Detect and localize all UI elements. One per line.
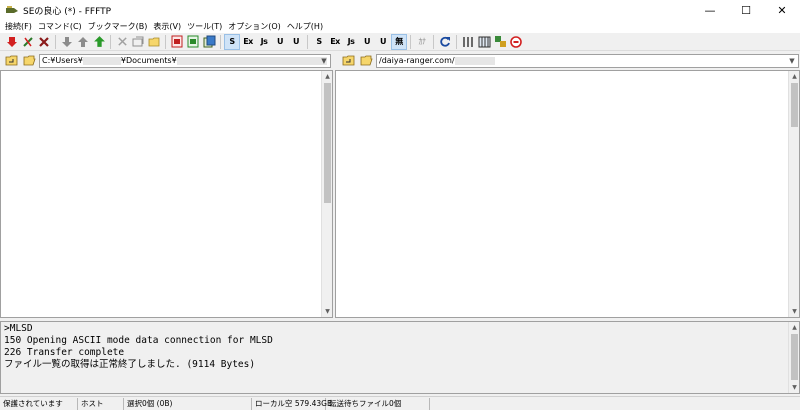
new-folder-icon[interactable] xyxy=(147,35,161,49)
menu-connect[interactable]: 接続(F) xyxy=(4,21,37,32)
scroll-up-icon[interactable]: ▲ xyxy=(322,71,333,82)
menu-help[interactable]: ヘルプ(H) xyxy=(286,21,328,32)
status-security: 保護されています xyxy=(0,397,78,410)
remote-mode-s[interactable]: S xyxy=(312,35,326,49)
abort-icon[interactable] xyxy=(509,35,523,49)
local-file-list[interactable]: ▲ ▼ xyxy=(0,70,333,318)
status-bar: 保護されています ホスト 選択0個 (0B) ローカル空 579.43GB 転送… xyxy=(0,396,800,410)
refresh-local-icon[interactable] xyxy=(170,35,184,49)
status-host: ホスト xyxy=(78,397,124,410)
menu-tools[interactable]: ツール(T) xyxy=(186,21,227,32)
local-path-text: C:¥Users¥ ¥Documents¥ xyxy=(40,56,327,65)
toolbar-separator xyxy=(165,34,166,49)
local-path-combo[interactable]: C:¥Users¥ ¥Documents¥ ▼ xyxy=(39,53,331,68)
remote-mode-none[interactable]: 無 xyxy=(391,33,407,50)
ffftp-app-icon xyxy=(6,6,18,13)
disconnect-icon[interactable] xyxy=(37,35,51,49)
list-view-icon[interactable] xyxy=(202,35,216,49)
log-line: >MLSD xyxy=(4,323,33,334)
window-title: SEの良心 (*) - FFFTP xyxy=(23,6,112,17)
menu-bar: 接続(F) コマンド(C) ブックマーク(B) 表示(V) ツール(T) オプシ… xyxy=(0,20,800,33)
toolbar-separator xyxy=(456,34,457,49)
log-lines: >MLSD 150 Opening ASCII mode data connec… xyxy=(4,323,273,371)
refresh-remote-icon[interactable] xyxy=(186,35,200,49)
scroll-up-icon[interactable]: ▲ xyxy=(789,71,800,82)
chevron-down-icon[interactable]: ▼ xyxy=(318,55,330,67)
status-local-free: ローカル空 579.43GB xyxy=(252,397,332,410)
status-selection: 選択0個 (0B) xyxy=(124,397,252,410)
close-button[interactable]: ✕ xyxy=(764,0,800,20)
quick-connect-icon[interactable] xyxy=(21,35,35,49)
delete-icon[interactable] xyxy=(115,35,129,49)
toolbar-separator xyxy=(433,34,434,49)
toolbar: S Ex Js U U S Ex Js U U 無 ｶﾅ xyxy=(0,33,800,51)
local-parent-folder-icon[interactable] xyxy=(4,54,18,67)
status-empty xyxy=(430,398,800,410)
local-scrollbar[interactable]: ▲ ▼ xyxy=(321,71,332,317)
remote-mode-js[interactable]: Js xyxy=(344,35,358,49)
details-icon[interactable] xyxy=(477,35,491,49)
local-path-prefix: C:¥Users¥ xyxy=(42,56,83,65)
connect-icon[interactable] xyxy=(5,35,19,49)
toolbar-separator xyxy=(307,34,308,49)
local-open-folder-icon[interactable] xyxy=(22,54,36,67)
log-line: 226 Transfer complete xyxy=(4,347,125,358)
log-pane[interactable]: >MLSD 150 Opening ASCII mode data connec… xyxy=(0,321,800,394)
remote-scrollbar[interactable]: ▲ ▼ xyxy=(788,71,799,317)
title-bar: SEの良心 (*) - FFFTP — ☐ ✕ xyxy=(0,0,800,20)
rename-icon[interactable] xyxy=(131,35,145,49)
chevron-down-icon[interactable]: ▼ xyxy=(786,55,798,67)
remote-mode-u1[interactable]: U xyxy=(360,35,374,49)
remote-file-list[interactable]: ▲ ▼ xyxy=(335,70,800,318)
toolbar-separator xyxy=(410,34,411,49)
transfer-mode-u1[interactable]: U xyxy=(273,35,287,49)
local-path-middle: ¥Documents¥ xyxy=(120,56,177,65)
window-controls: — ☐ ✕ xyxy=(692,0,800,20)
scroll-thumb[interactable] xyxy=(324,83,331,203)
reload-icon[interactable] xyxy=(438,35,452,49)
toolbar-separator xyxy=(220,34,221,49)
kana-convert-button[interactable]: ｶﾅ xyxy=(415,35,429,49)
remote-path-bar: /daiya-ranger.com/ ▼ xyxy=(337,52,800,69)
log-scrollbar[interactable]: ▲ ▼ xyxy=(788,322,799,393)
transfer-mode-ex[interactable]: Ex xyxy=(241,35,255,49)
local-path-bar: C:¥Users¥ ¥Documents¥ ▼ xyxy=(0,52,332,69)
toolbar-separator xyxy=(110,34,111,49)
transfer-mode-u2[interactable]: U xyxy=(289,35,303,49)
redacted-block xyxy=(82,56,121,65)
upload-icon[interactable] xyxy=(76,35,90,49)
redacted-block xyxy=(454,56,495,65)
status-queue: 転送待ちファイル0個 xyxy=(326,397,430,410)
remote-parent-folder-icon[interactable] xyxy=(341,54,355,67)
remote-path-text: /daiya-ranger.com/ xyxy=(377,56,495,65)
transfer-mode-auto[interactable]: S xyxy=(224,33,240,50)
remote-mode-ex[interactable]: Ex xyxy=(328,35,342,49)
scroll-down-icon[interactable]: ▼ xyxy=(322,306,333,317)
remote-mode-u2[interactable]: U xyxy=(376,35,390,49)
log-line: ファイル一覧の取得は正常終了しました. (9114 Bytes) xyxy=(4,359,256,370)
transfer-mode-js[interactable]: Js xyxy=(257,35,271,49)
menu-bookmark[interactable]: ブックマーク(B) xyxy=(87,21,153,32)
scroll-thumb[interactable] xyxy=(791,83,798,127)
mirror-upload-icon[interactable] xyxy=(92,35,106,49)
sync-icon[interactable] xyxy=(493,35,507,49)
scroll-thumb[interactable] xyxy=(791,334,798,380)
scroll-up-icon[interactable]: ▲ xyxy=(789,322,800,333)
maximize-button[interactable]: ☐ xyxy=(728,0,764,20)
menu-view[interactable]: 表示(V) xyxy=(152,21,186,32)
scroll-down-icon[interactable]: ▼ xyxy=(789,382,800,393)
menu-command[interactable]: コマンド(C) xyxy=(37,21,87,32)
scroll-down-icon[interactable]: ▼ xyxy=(789,306,800,317)
remote-path-prefix: /daiya-ranger.com/ xyxy=(379,56,455,65)
minimize-button[interactable]: — xyxy=(692,0,728,20)
toolbar-separator xyxy=(55,34,56,49)
columns-icon[interactable] xyxy=(461,35,475,49)
download-icon[interactable] xyxy=(60,35,74,49)
menu-options[interactable]: オプション(O) xyxy=(227,21,286,32)
redacted-block xyxy=(176,56,327,65)
remote-path-combo[interactable]: /daiya-ranger.com/ ▼ xyxy=(376,53,799,68)
remote-open-folder-icon[interactable] xyxy=(359,54,373,67)
log-line: 150 Opening ASCII mode data connection f… xyxy=(4,335,273,346)
